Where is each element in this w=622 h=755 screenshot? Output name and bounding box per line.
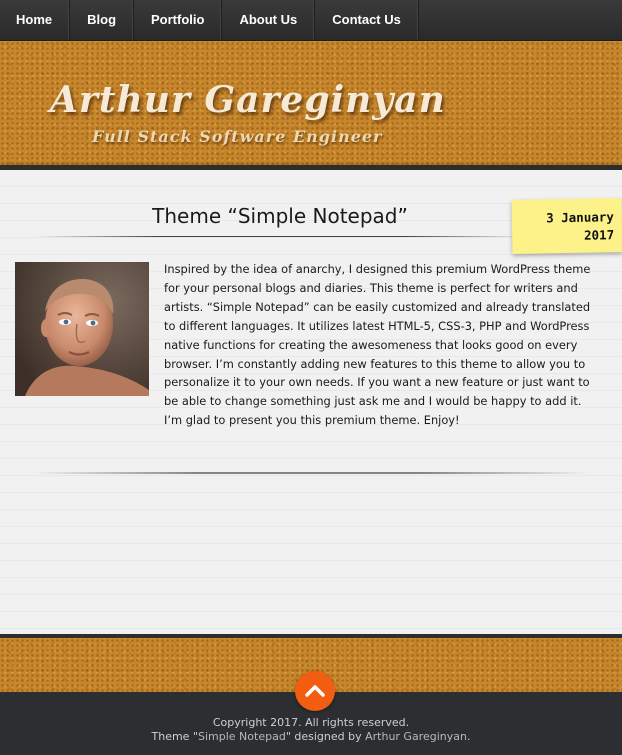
footer-credits: Theme "Simple Notepad" designed by Arthu… — [0, 730, 622, 743]
header-banner: Arthur Gareginyan Full Stack Software En… — [0, 41, 622, 165]
post-title[interactable]: Theme “Simple Notepad” — [0, 204, 560, 228]
author-photo-image — [15, 262, 149, 396]
title-divider — [36, 236, 526, 237]
footer-suffix: . — [466, 730, 471, 743]
nav-filler — [419, 0, 622, 40]
nav-item-contact-us[interactable]: Contact Us — [315, 0, 419, 40]
post-paper: Theme “Simple Notepad” 3 January 2017 In… — [0, 165, 622, 638]
nav-item-home[interactable]: Home — [0, 0, 71, 40]
post-date-day: 3 January — [545, 209, 614, 226]
footer-author-link[interactable]: Arthur Gareginyan — [365, 730, 467, 743]
author-photo — [15, 262, 149, 396]
nav-item-blog[interactable]: Blog — [70, 0, 135, 40]
nav-item-portfolio[interactable]: Portfolio — [134, 0, 223, 40]
main-navigation: Home Blog Portfolio About Us Contact Us — [0, 0, 622, 41]
post-body: Inspired by the idea of anarchy, I desig… — [164, 262, 591, 428]
footer-theme-prefix: Theme " — [151, 730, 199, 743]
footer-copyright: Copyright 2017. All rights reserved. — [212, 716, 410, 729]
footer-theme-link[interactable]: Simple Notepad — [198, 730, 286, 743]
footer-designed-by: " designed by — [285, 730, 366, 743]
post-bottom-divider — [30, 472, 590, 474]
site-title[interactable]: Arthur Gareginyan — [50, 79, 446, 121]
site-subtitle: Full Stack Software Engineer — [92, 127, 383, 146]
nav-item-about-us[interactable]: About Us — [222, 0, 316, 40]
post-date-sticky-note: 3 January 2017 — [511, 198, 622, 254]
post-date-year: 2017 — [583, 227, 615, 243]
chevron-up-icon — [305, 685, 325, 697]
scroll-to-top-button[interactable] — [295, 671, 335, 711]
